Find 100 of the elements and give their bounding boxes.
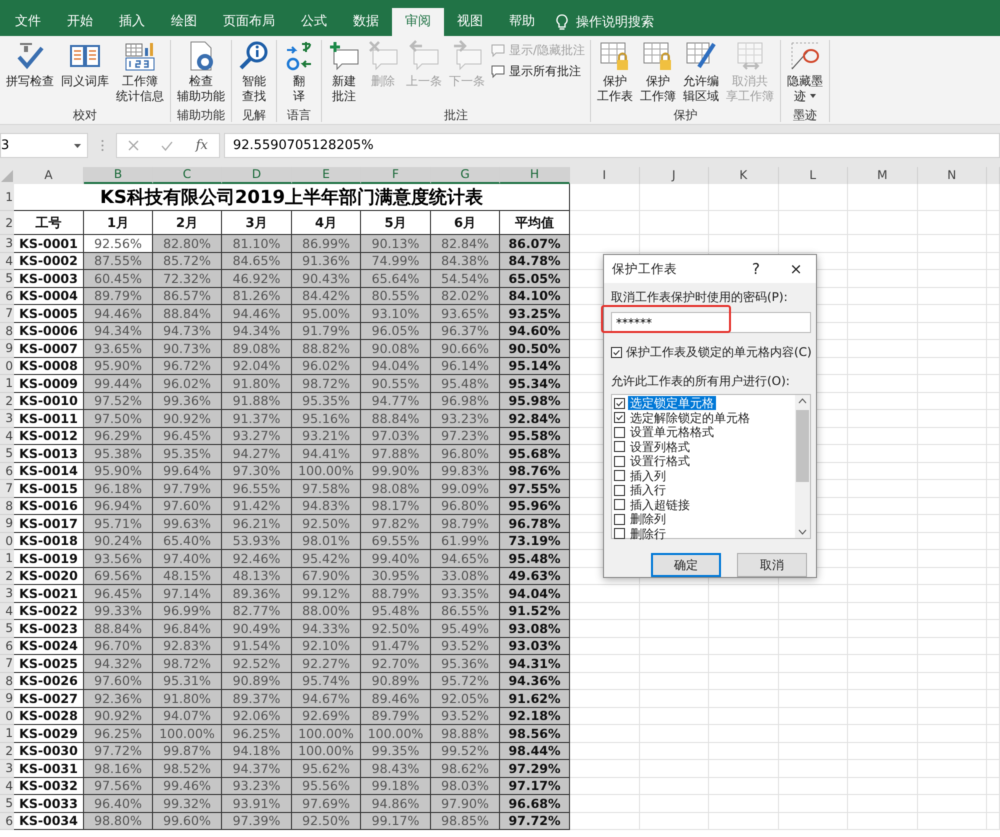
- empty-cell[interactable]: [848, 211, 918, 235]
- ribbon-button[interactable]: 同义词库: [58, 40, 112, 89]
- empty-cell[interactable]: [987, 305, 1000, 322]
- check-icon[interactable]: [161, 140, 174, 150]
- empty-cell[interactable]: [918, 725, 987, 742]
- column-header[interactable]: I: [570, 167, 640, 184]
- empty-cell[interactable]: [987, 778, 1000, 795]
- permission-list[interactable]: 选定锁定单元格 选定解除锁定的单元格 设置单元格格式 设置列格式 设置行格式 插入列 插入行 插入超链接 删除列 删除行: [611, 394, 811, 539]
- empty-cell[interactable]: [918, 602, 987, 620]
- empty-cell[interactable]: [709, 620, 778, 638]
- empty-cell[interactable]: [709, 708, 778, 725]
- empty-cell[interactable]: [778, 655, 848, 672]
- column-header[interactable]: C: [153, 167, 222, 184]
- password-field[interactable]: ******: [611, 312, 811, 333]
- formula-input[interactable]: 92.5590705128205%: [224, 133, 1000, 158]
- empty-cell[interactable]: [848, 498, 918, 515]
- dialog-button[interactable]: 取消: [737, 553, 807, 577]
- empty-cell[interactable]: [918, 392, 987, 410]
- row-header[interactable]: 2: [0, 392, 14, 410]
- empty-cell[interactable]: [778, 184, 848, 211]
- list-item[interactable]: 删除列: [628, 512, 668, 526]
- empty-cell[interactable]: [848, 410, 918, 428]
- empty-cell[interactable]: [709, 690, 778, 708]
- row-header[interactable]: 5: [0, 795, 14, 812]
- empty-cell[interactable]: [987, 392, 1000, 410]
- row-header[interactable]: 0: [0, 708, 14, 725]
- empty-cell[interactable]: [918, 498, 987, 515]
- empty-cell[interactable]: [987, 235, 1000, 252]
- empty-cell[interactable]: [987, 812, 1000, 830]
- empty-cell[interactable]: [987, 270, 1000, 288]
- empty-cell[interactable]: [848, 252, 918, 270]
- ribbon-tab[interactable]: 视图: [444, 8, 496, 36]
- empty-cell[interactable]: [778, 690, 848, 708]
- empty-cell[interactable]: [848, 480, 918, 498]
- empty-cell[interactable]: [987, 322, 1000, 340]
- empty-cell[interactable]: [778, 742, 848, 760]
- column-header[interactable]: G: [431, 167, 500, 184]
- empty-cell[interactable]: [987, 340, 1000, 358]
- empty-cell[interactable]: [640, 585, 709, 602]
- empty-cell[interactable]: [987, 211, 1000, 235]
- empty-cell[interactable]: [987, 515, 1000, 532]
- row-header[interactable]: 4: [0, 602, 14, 620]
- row-header[interactable]: 6: [0, 462, 14, 480]
- row-header[interactable]: 2: [0, 568, 14, 585]
- empty-cell[interactable]: [987, 672, 1000, 690]
- row-header[interactable]: 0: [0, 532, 14, 550]
- row-header[interactable]: 1: [0, 375, 14, 392]
- checkbox[interactable]: [611, 347, 622, 358]
- row-header[interactable]: 2: [0, 742, 14, 760]
- empty-cell[interactable]: [987, 708, 1000, 725]
- row-header[interactable]: 1: [0, 184, 14, 211]
- empty-cell[interactable]: [918, 620, 987, 638]
- empty-cell[interactable]: [848, 690, 918, 708]
- list-item[interactable]: 选定解除锁定的单元格: [628, 410, 752, 425]
- empty-cell[interactable]: [778, 638, 848, 655]
- empty-cell[interactable]: [848, 515, 918, 532]
- empty-cell[interactable]: [987, 288, 1000, 305]
- empty-cell[interactable]: [778, 760, 848, 778]
- empty-cell[interactable]: [918, 708, 987, 725]
- row-header[interactable]: 6: [0, 288, 14, 305]
- empty-cell[interactable]: [778, 708, 848, 725]
- empty-cell[interactable]: [987, 760, 1000, 778]
- empty-cell[interactable]: [640, 795, 709, 812]
- empty-cell[interactable]: [987, 690, 1000, 708]
- empty-cell[interactable]: [987, 620, 1000, 638]
- empty-cell[interactable]: [987, 550, 1000, 568]
- empty-cell[interactable]: [918, 445, 987, 462]
- empty-cell[interactable]: [848, 742, 918, 760]
- empty-cell[interactable]: [987, 655, 1000, 672]
- checkbox[interactable]: [614, 398, 625, 409]
- column-header[interactable]: E: [292, 167, 361, 184]
- close-button[interactable]: ×: [776, 259, 816, 279]
- empty-cell[interactable]: [918, 672, 987, 690]
- empty-cell[interactable]: [918, 211, 987, 235]
- empty-cell[interactable]: [778, 585, 848, 602]
- empty-cell[interactable]: [848, 288, 918, 305]
- column-header[interactable]: F: [361, 167, 431, 184]
- empty-cell[interactable]: [848, 795, 918, 812]
- row-header[interactable]: 9: [0, 690, 14, 708]
- row-header[interactable]: 4: [0, 428, 14, 445]
- empty-cell[interactable]: [848, 305, 918, 322]
- row-header[interactable]: 3: [0, 235, 14, 252]
- row-header[interactable]: 1: [0, 550, 14, 568]
- checkbox[interactable]: [614, 514, 625, 525]
- ribbon-tab[interactable]: 插入: [106, 8, 158, 36]
- empty-cell[interactable]: [918, 532, 987, 550]
- empty-cell[interactable]: [848, 568, 918, 585]
- empty-cell[interactable]: [709, 795, 778, 812]
- row-header[interactable]: 4: [0, 252, 14, 270]
- empty-cell[interactable]: [918, 795, 987, 812]
- empty-cell[interactable]: [640, 742, 709, 760]
- empty-cell[interactable]: [848, 358, 918, 375]
- empty-cell[interactable]: [987, 252, 1000, 270]
- row-header[interactable]: 8: [0, 322, 14, 340]
- empty-cell[interactable]: [918, 638, 987, 655]
- empty-cell[interactable]: [848, 778, 918, 795]
- empty-cell[interactable]: [640, 725, 709, 742]
- empty-cell[interactable]: [709, 760, 778, 778]
- list-item[interactable]: 设置行格式: [628, 454, 692, 468]
- empty-cell[interactable]: [848, 550, 918, 568]
